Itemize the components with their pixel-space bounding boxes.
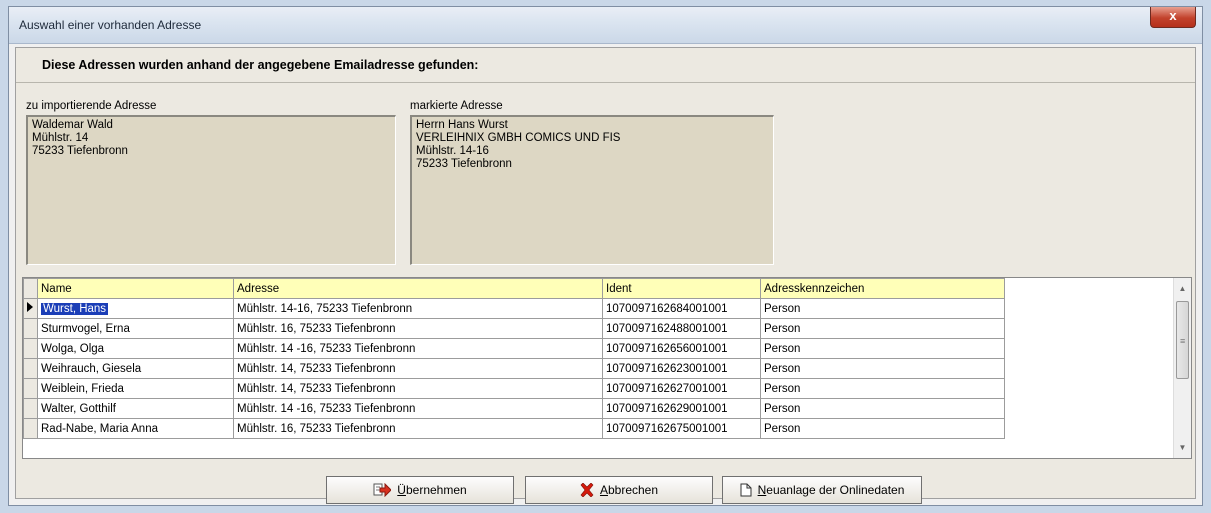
row-indicator [23,318,38,339]
cancel-button[interactable]: Abbrechen [525,476,713,504]
accept-button-label: Übernehmen [397,483,467,497]
accept-button[interactable]: Übernehmen [326,476,514,504]
cell-address[interactable]: Mühlstr. 14, 75233 Tiefenbronn [233,378,603,399]
close-button[interactable]: x [1150,7,1196,28]
cell-ident[interactable]: 1070097162623001001 [602,358,761,379]
heading-text: Diese Adressen wurden anhand der angegeb… [42,58,479,72]
grip-icon: ≡ [1180,336,1186,346]
import-address-box: Waldemar Wald Mühlstr. 14 75233 Tiefenbr… [26,115,396,265]
table-row[interactable]: Sturmvogel, Erna Mühlstr. 16, 75233 Tief… [23,318,1005,339]
table-header-row: Name Adresse Ident Adresskennzeichen [23,278,1005,299]
cell-name[interactable]: Weiblein, Frieda [37,378,234,399]
vertical-scrollbar[interactable]: ▲ ≡ ▼ [1173,278,1191,458]
row-indicator [23,338,38,359]
import-address-label: zu importierende Adresse [26,100,157,112]
cell-name[interactable]: Weihrauch, Giesela [37,358,234,379]
marked-address-box: Herrn Hans Wurst VERLEIHNIX GMBH COMICS … [410,115,774,265]
column-header-type[interactable]: Adresskennzeichen [760,278,1005,299]
cell-type[interactable]: Person [760,318,1005,339]
cell-type[interactable]: Person [760,378,1005,399]
cell-ident[interactable]: 1070097162656001001 [602,338,761,359]
cell-name[interactable]: Sturmvogel, Erna [37,318,234,339]
accept-arrow-icon [373,483,392,497]
new-document-icon [740,483,752,497]
cell-name[interactable]: Rad-Nabe, Maria Anna [37,418,234,439]
row-indicator [23,398,38,419]
cell-ident[interactable]: 1070097162488001001 [602,318,761,339]
row-indicator [23,418,38,439]
address-table: Name Adresse Ident Adresskennzeichen Wur… [23,278,1005,439]
marked-address-label: markierte Adresse [410,100,503,112]
row-indicator [23,378,38,399]
cell-address[interactable]: Mühlstr. 16, 75233 Tiefenbronn [233,418,603,439]
new-online-data-button-label: Neuanlage der Onlinedaten [757,483,905,497]
row-indicator [23,358,38,379]
cell-address[interactable]: Mühlstr. 16, 75233 Tiefenbronn [233,318,603,339]
cell-ident[interactable]: 1070097162627001001 [602,378,761,399]
table-row[interactable]: Weiblein, Frieda Mühlstr. 14, 75233 Tief… [23,378,1005,399]
cell-address[interactable]: Mühlstr. 14, 75233 Tiefenbronn [233,358,603,379]
heading-panel: Diese Adressen wurden anhand der angegeb… [16,48,1195,83]
dialog-body: Diese Adressen wurden anhand der angegeb… [15,47,1196,504]
column-header-address[interactable]: Adresse [233,278,603,299]
cell-type[interactable]: Person [760,358,1005,379]
row-indicator [23,298,38,319]
table-row[interactable]: Weihrauch, Giesela Mühlstr. 14, 75233 Ti… [23,358,1005,379]
cell-address[interactable]: Mühlstr. 14 -16, 75233 Tiefenbronn [233,398,603,419]
table-row[interactable]: Rad-Nabe, Maria Anna Mühlstr. 16, 75233 … [23,418,1005,439]
table-row[interactable]: Wurst, Hans Mühlstr. 14-16, 75233 Tiefen… [23,298,1005,319]
cell-type[interactable]: Person [760,338,1005,359]
close-icon: x [1169,8,1177,23]
cancel-button-label: Abbrechen [599,483,659,497]
cell-name[interactable]: Walter, Gotthilf [37,398,234,419]
dialog-window: Auswahl einer vorhanden Adresse x Diese … [8,6,1203,506]
cell-address[interactable]: Mühlstr. 14 -16, 75233 Tiefenbronn [233,338,603,359]
red-x-icon [580,483,594,497]
cell-type[interactable]: Person [760,298,1005,319]
table-row[interactable]: Walter, Gotthilf Mühlstr. 14 -16, 75233 … [23,398,1005,419]
cell-type[interactable]: Person [760,418,1005,439]
column-header-name[interactable]: Name [37,278,234,299]
table-row[interactable]: Wolga, Olga Mühlstr. 14 -16, 75233 Tiefe… [23,338,1005,359]
new-online-data-button[interactable]: Neuanlage der Onlinedaten [722,476,922,504]
cell-ident[interactable]: 1070097162675001001 [602,418,761,439]
scroll-up-icon[interactable]: ▲ [1174,280,1191,297]
cell-address[interactable]: Mühlstr. 14-16, 75233 Tiefenbronn [233,298,603,319]
cell-name[interactable]: Wolga, Olga [37,338,234,359]
cell-type[interactable]: Person [760,398,1005,419]
title-bar[interactable]: Auswahl einer vorhanden Adresse x [9,7,1202,44]
scroll-thumb[interactable]: ≡ [1176,301,1189,379]
current-row-arrow-icon [27,302,33,312]
cell-name[interactable]: Wurst, Hans [37,298,234,319]
window-title: Auswahl einer vorhanden Adresse [19,18,202,32]
scroll-down-icon[interactable]: ▼ [1174,439,1191,456]
column-header-ident[interactable]: Ident [602,278,761,299]
row-indicator-header [23,278,38,299]
cell-ident[interactable]: 1070097162684001001 [602,298,761,319]
address-grid[interactable]: Name Adresse Ident Adresskennzeichen Wur… [22,277,1192,459]
cell-ident[interactable]: 1070097162629001001 [602,398,761,419]
